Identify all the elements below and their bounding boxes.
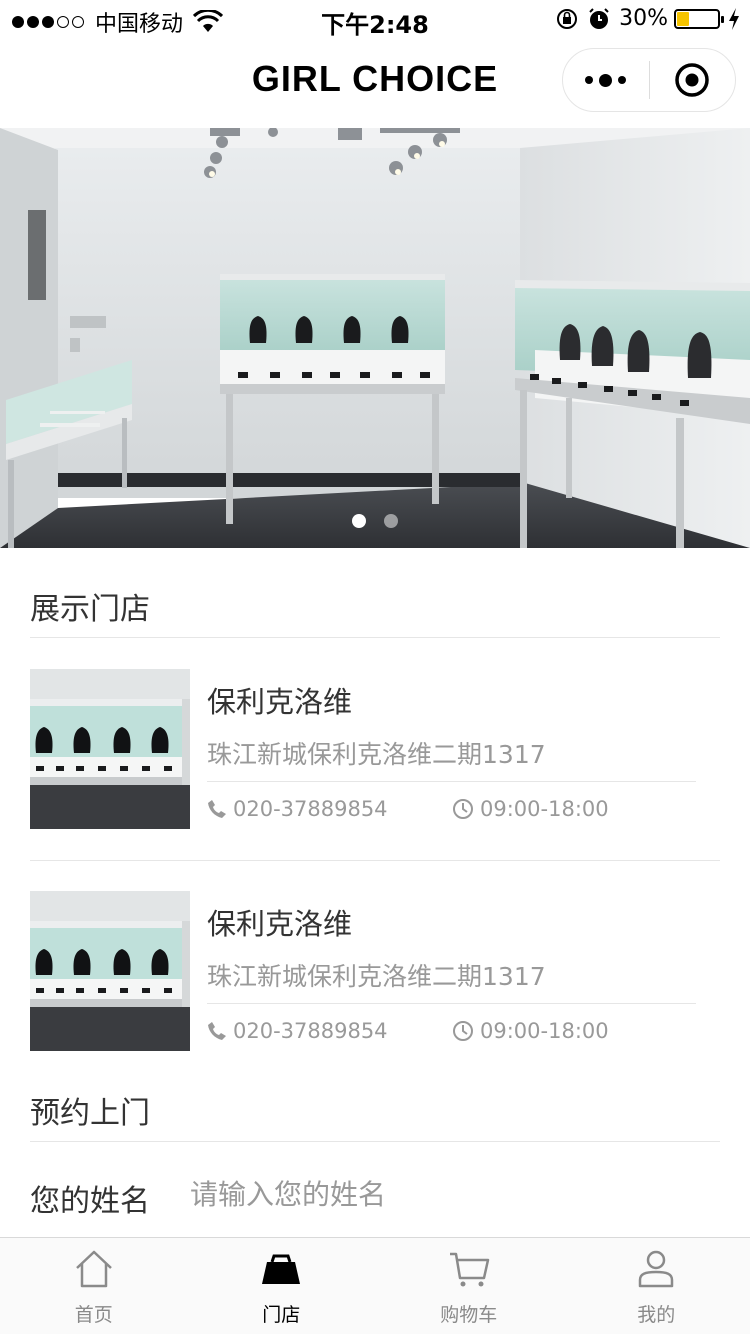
name-input[interactable]: [190, 1172, 690, 1216]
tab-profile[interactable]: 我的: [563, 1238, 750, 1334]
tab-cart-label: 购物车: [440, 1304, 498, 1326]
store-thumbnail: [30, 669, 190, 829]
store-phone-number: 020-37889854: [233, 797, 388, 821]
charging-bolt-icon: [729, 7, 739, 30]
tab-store-label: 门店: [262, 1304, 301, 1326]
carousel-dot[interactable]: [352, 514, 366, 528]
tab-cart[interactable]: 购物车: [375, 1238, 563, 1334]
home-icon: [0, 1248, 188, 1290]
name-form-row: 您的姓名: [30, 1142, 720, 1238]
clock-icon: [452, 798, 474, 820]
tab-home-label: 首页: [74, 1304, 113, 1326]
miniprogram-capsule: [562, 48, 736, 112]
store-name: 保利克洛维: [207, 907, 353, 941]
carousel-dot[interactable]: [384, 514, 398, 528]
status-bar: 中国移动 下午2:48 30%: [0, 0, 750, 40]
battery-icon: [674, 8, 724, 29]
close-button[interactable]: [650, 48, 736, 112]
store-name: 保利克洛维: [207, 685, 353, 719]
target-close-icon: [675, 63, 709, 97]
store-card[interactable]: 保利克洛维 珠江新城保利克洛维二期1317 020-37889854 09:00…: [30, 639, 720, 861]
phone-icon: [207, 1021, 227, 1041]
alarm-icon: [589, 7, 609, 29]
tab-profile-label: 我的: [637, 1304, 676, 1326]
store-phone[interactable]: 020-37889854: [207, 1019, 388, 1043]
more-button[interactable]: [563, 48, 649, 112]
store-divider: [207, 1003, 696, 1004]
rotation-lock-icon: [557, 8, 578, 29]
store-hours: 09:00-18:00: [452, 797, 609, 821]
store-phone[interactable]: 020-37889854: [207, 797, 388, 821]
more-dots-icon: [585, 76, 594, 84]
battery-percentage: 30%: [619, 6, 668, 31]
store-thumbnail: [30, 891, 190, 1051]
tab-bar: 首页 门店 购物车 我的: [0, 1237, 750, 1334]
showroom-photo: [0, 128, 750, 548]
banner-carousel[interactable]: [0, 128, 750, 548]
store-divider: [207, 781, 696, 782]
navigation-bar: GIRL CHOICE: [0, 40, 750, 128]
name-label: 您的姓名: [30, 1184, 150, 1219]
store-hours-text: 09:00-18:00: [480, 1019, 609, 1043]
store-card[interactable]: 保利克洛维 珠江新城保利克洛维二期1317 020-37889854 09:00…: [30, 861, 720, 1083]
cart-icon: [375, 1248, 563, 1290]
carousel-indicators: [0, 514, 750, 528]
tab-home[interactable]: 首页: [0, 1238, 188, 1334]
store-phone-number: 020-37889854: [233, 1019, 388, 1043]
user-icon: [563, 1248, 750, 1290]
store-icon: [188, 1248, 376, 1290]
stores-section-title: 展示门店: [30, 548, 720, 638]
tab-store[interactable]: 门店: [188, 1238, 376, 1334]
booking-section-title: 预约上门: [30, 1052, 720, 1142]
clock-icon: [452, 1020, 474, 1042]
status-right: 30%: [555, 6, 740, 31]
store-hours-text: 09:00-18:00: [480, 797, 609, 821]
store-hours: 09:00-18:00: [452, 1019, 609, 1043]
store-address: 珠江新城保利克洛维二期1317: [207, 962, 546, 991]
store-address: 珠江新城保利克洛维二期1317: [207, 740, 546, 769]
phone-icon: [207, 799, 227, 819]
